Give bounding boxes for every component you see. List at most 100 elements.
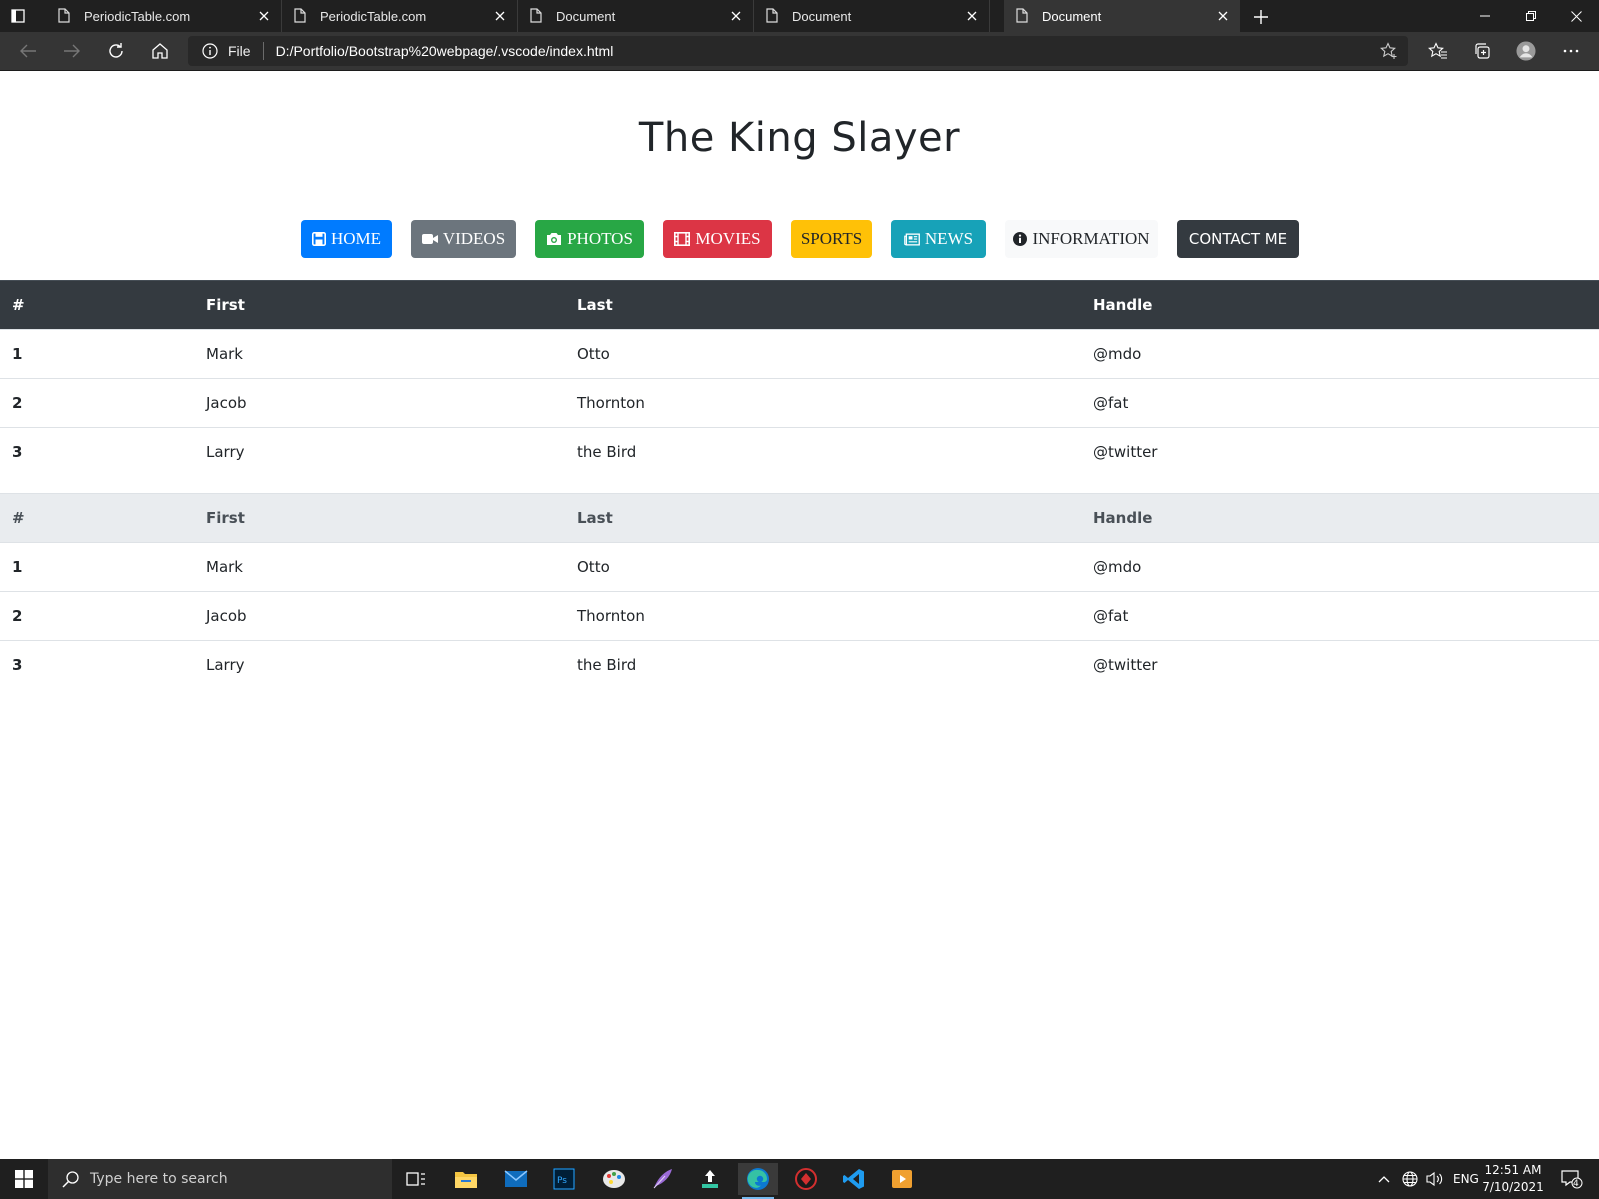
document-icon bbox=[530, 8, 544, 24]
windows-taskbar: Type here to search Ps ENG 12:51 AM 7/10… bbox=[0, 1159, 1599, 1199]
table-cell: @twitter bbox=[1081, 427, 1599, 477]
table-cell: Thornton bbox=[565, 378, 1081, 428]
table-cell: the Bird bbox=[565, 640, 1081, 690]
refresh-icon[interactable] bbox=[106, 41, 126, 61]
close-tab-icon[interactable] bbox=[493, 9, 507, 23]
info-circle-icon bbox=[1013, 231, 1028, 247]
document-icon bbox=[58, 8, 72, 24]
table-row: 3 Larry the Bird @twitter bbox=[0, 640, 1599, 690]
table-cell: Otto bbox=[565, 329, 1081, 379]
close-tab-icon[interactable] bbox=[257, 9, 271, 23]
notification-center-icon[interactable]: 4 bbox=[1561, 1159, 1583, 1199]
table-cell: Larry bbox=[194, 427, 565, 477]
page-title: The King Slayer bbox=[638, 115, 961, 161]
tab-title: Document bbox=[556, 8, 616, 24]
mail-icon[interactable] bbox=[496, 1163, 536, 1195]
task-view-icon[interactable] bbox=[396, 1163, 436, 1195]
videos-button[interactable]: VIDEOS bbox=[411, 220, 516, 258]
contact-me-button[interactable]: CONTACT ME bbox=[1177, 220, 1299, 258]
favorites-icon[interactable] bbox=[1428, 41, 1448, 61]
row-number: 1 bbox=[0, 329, 194, 379]
column-header: # bbox=[0, 493, 194, 543]
tab-title: PeriodicTable.com bbox=[84, 8, 191, 24]
info-icon[interactable] bbox=[202, 43, 218, 59]
address-bar[interactable]: File D:/Portfolio/Bootstrap%20webpage/.v… bbox=[188, 36, 1408, 66]
movies-button[interactable]: MOVIES bbox=[663, 220, 772, 258]
row-number: 3 bbox=[0, 427, 194, 477]
home-button-label: HOME bbox=[330, 229, 382, 248]
more-options-icon[interactable] bbox=[1561, 41, 1581, 61]
row-number: 3 bbox=[0, 640, 194, 690]
videos-button-label: VIDEOS bbox=[442, 229, 506, 248]
close-tab-icon[interactable] bbox=[965, 9, 979, 23]
new-tab-icon[interactable] bbox=[1250, 6, 1272, 28]
vscode-icon[interactable] bbox=[834, 1163, 874, 1195]
taskbar-search-box[interactable]: Type here to search bbox=[48, 1159, 392, 1199]
profile-avatar-icon[interactable] bbox=[1516, 41, 1536, 61]
clock-date: 7/10/2021 bbox=[1482, 1180, 1544, 1194]
close-tab-icon[interactable] bbox=[729, 9, 743, 23]
close-window-icon[interactable] bbox=[1553, 0, 1599, 32]
file-explorer-icon[interactable] bbox=[446, 1163, 486, 1195]
browser-toolbar: File D:/Portfolio/Bootstrap%20webpage/.v… bbox=[0, 32, 1599, 71]
photos-button-label: PHOTOS bbox=[567, 229, 633, 248]
browser-tab-active[interactable]: Document bbox=[1004, 0, 1240, 32]
media-player-icon[interactable] bbox=[882, 1163, 922, 1195]
language-indicator[interactable]: ENG bbox=[1453, 1159, 1479, 1199]
table-cell: Jacob bbox=[194, 591, 565, 641]
tab-actions-icon[interactable] bbox=[10, 8, 26, 24]
nav-button-group: HOME VIDEOS PHOTOS MOVIES SPORTS NEWS IN… bbox=[0, 220, 1599, 258]
volume-icon[interactable] bbox=[1426, 1159, 1444, 1199]
column-header: Last bbox=[565, 493, 1081, 543]
game-icon[interactable] bbox=[786, 1163, 826, 1195]
sports-button-label: SPORTS bbox=[800, 229, 863, 248]
paint-icon[interactable] bbox=[594, 1163, 634, 1195]
restore-icon[interactable] bbox=[1508, 0, 1554, 32]
table-row: 3 Larry the Bird @twitter bbox=[0, 427, 1599, 477]
row-number: 2 bbox=[0, 378, 194, 428]
network-globe-icon[interactable] bbox=[1402, 1159, 1418, 1199]
table-row: 2 Jacob Thornton @fat bbox=[0, 378, 1599, 428]
browser-tab[interactable]: Document bbox=[518, 0, 754, 32]
home-button[interactable]: HOME bbox=[301, 220, 392, 258]
table-cell: @fat bbox=[1081, 591, 1599, 641]
news-button[interactable]: NEWS bbox=[891, 220, 986, 258]
windows-start-icon[interactable] bbox=[0, 1159, 48, 1199]
back-icon[interactable] bbox=[18, 41, 38, 61]
browser-tab[interactable]: Document bbox=[754, 0, 990, 32]
table-cell: Otto bbox=[565, 542, 1081, 592]
column-header: Handle bbox=[1081, 280, 1599, 330]
sports-button[interactable]: SPORTS bbox=[791, 220, 872, 258]
news-button-label: NEWS bbox=[924, 229, 974, 248]
upload-app-icon[interactable] bbox=[690, 1163, 730, 1195]
show-hidden-icons[interactable] bbox=[1378, 1159, 1390, 1199]
column-header: Last bbox=[565, 280, 1081, 330]
table-row: 1 Mark Otto @mdo bbox=[0, 329, 1599, 379]
edge-icon[interactable] bbox=[738, 1163, 778, 1199]
feather-icon[interactable] bbox=[642, 1163, 682, 1195]
table-header-row: # First Last Handle bbox=[0, 280, 1599, 330]
forward-icon[interactable] bbox=[62, 41, 82, 61]
photos-button[interactable]: PHOTOS bbox=[535, 220, 644, 258]
minimize-icon[interactable] bbox=[1462, 0, 1508, 32]
photoshop-icon[interactable]: Ps bbox=[544, 1163, 584, 1195]
information-button-label: INFORMATION bbox=[1032, 229, 1150, 248]
close-tab-icon[interactable] bbox=[1216, 9, 1230, 23]
taskbar-clock[interactable]: 12:51 AM 7/10/2021 bbox=[1478, 1162, 1548, 1196]
add-favorite-icon[interactable] bbox=[1380, 42, 1398, 60]
collections-icon[interactable] bbox=[1472, 41, 1492, 61]
address-url[interactable]: D:/Portfolio/Bootstrap%20webpage/.vscode… bbox=[276, 43, 614, 59]
browser-tab[interactable]: PeriodicTable.com bbox=[46, 0, 282, 32]
movies-button-label: MOVIES bbox=[695, 229, 761, 248]
table-row: 1 Mark Otto @mdo bbox=[0, 542, 1599, 592]
table-cell: Larry bbox=[194, 640, 565, 690]
document-icon bbox=[294, 8, 308, 24]
information-button[interactable]: INFORMATION bbox=[1005, 220, 1158, 258]
svg-text:Ps: Ps bbox=[557, 1176, 567, 1186]
notification-count: 4 bbox=[1573, 1179, 1579, 1189]
row-number: 1 bbox=[0, 542, 194, 592]
home-icon[interactable] bbox=[150, 41, 170, 61]
table-cell: @twitter bbox=[1081, 640, 1599, 690]
column-header: Handle bbox=[1081, 493, 1599, 543]
browser-tab[interactable]: PeriodicTable.com bbox=[282, 0, 518, 32]
